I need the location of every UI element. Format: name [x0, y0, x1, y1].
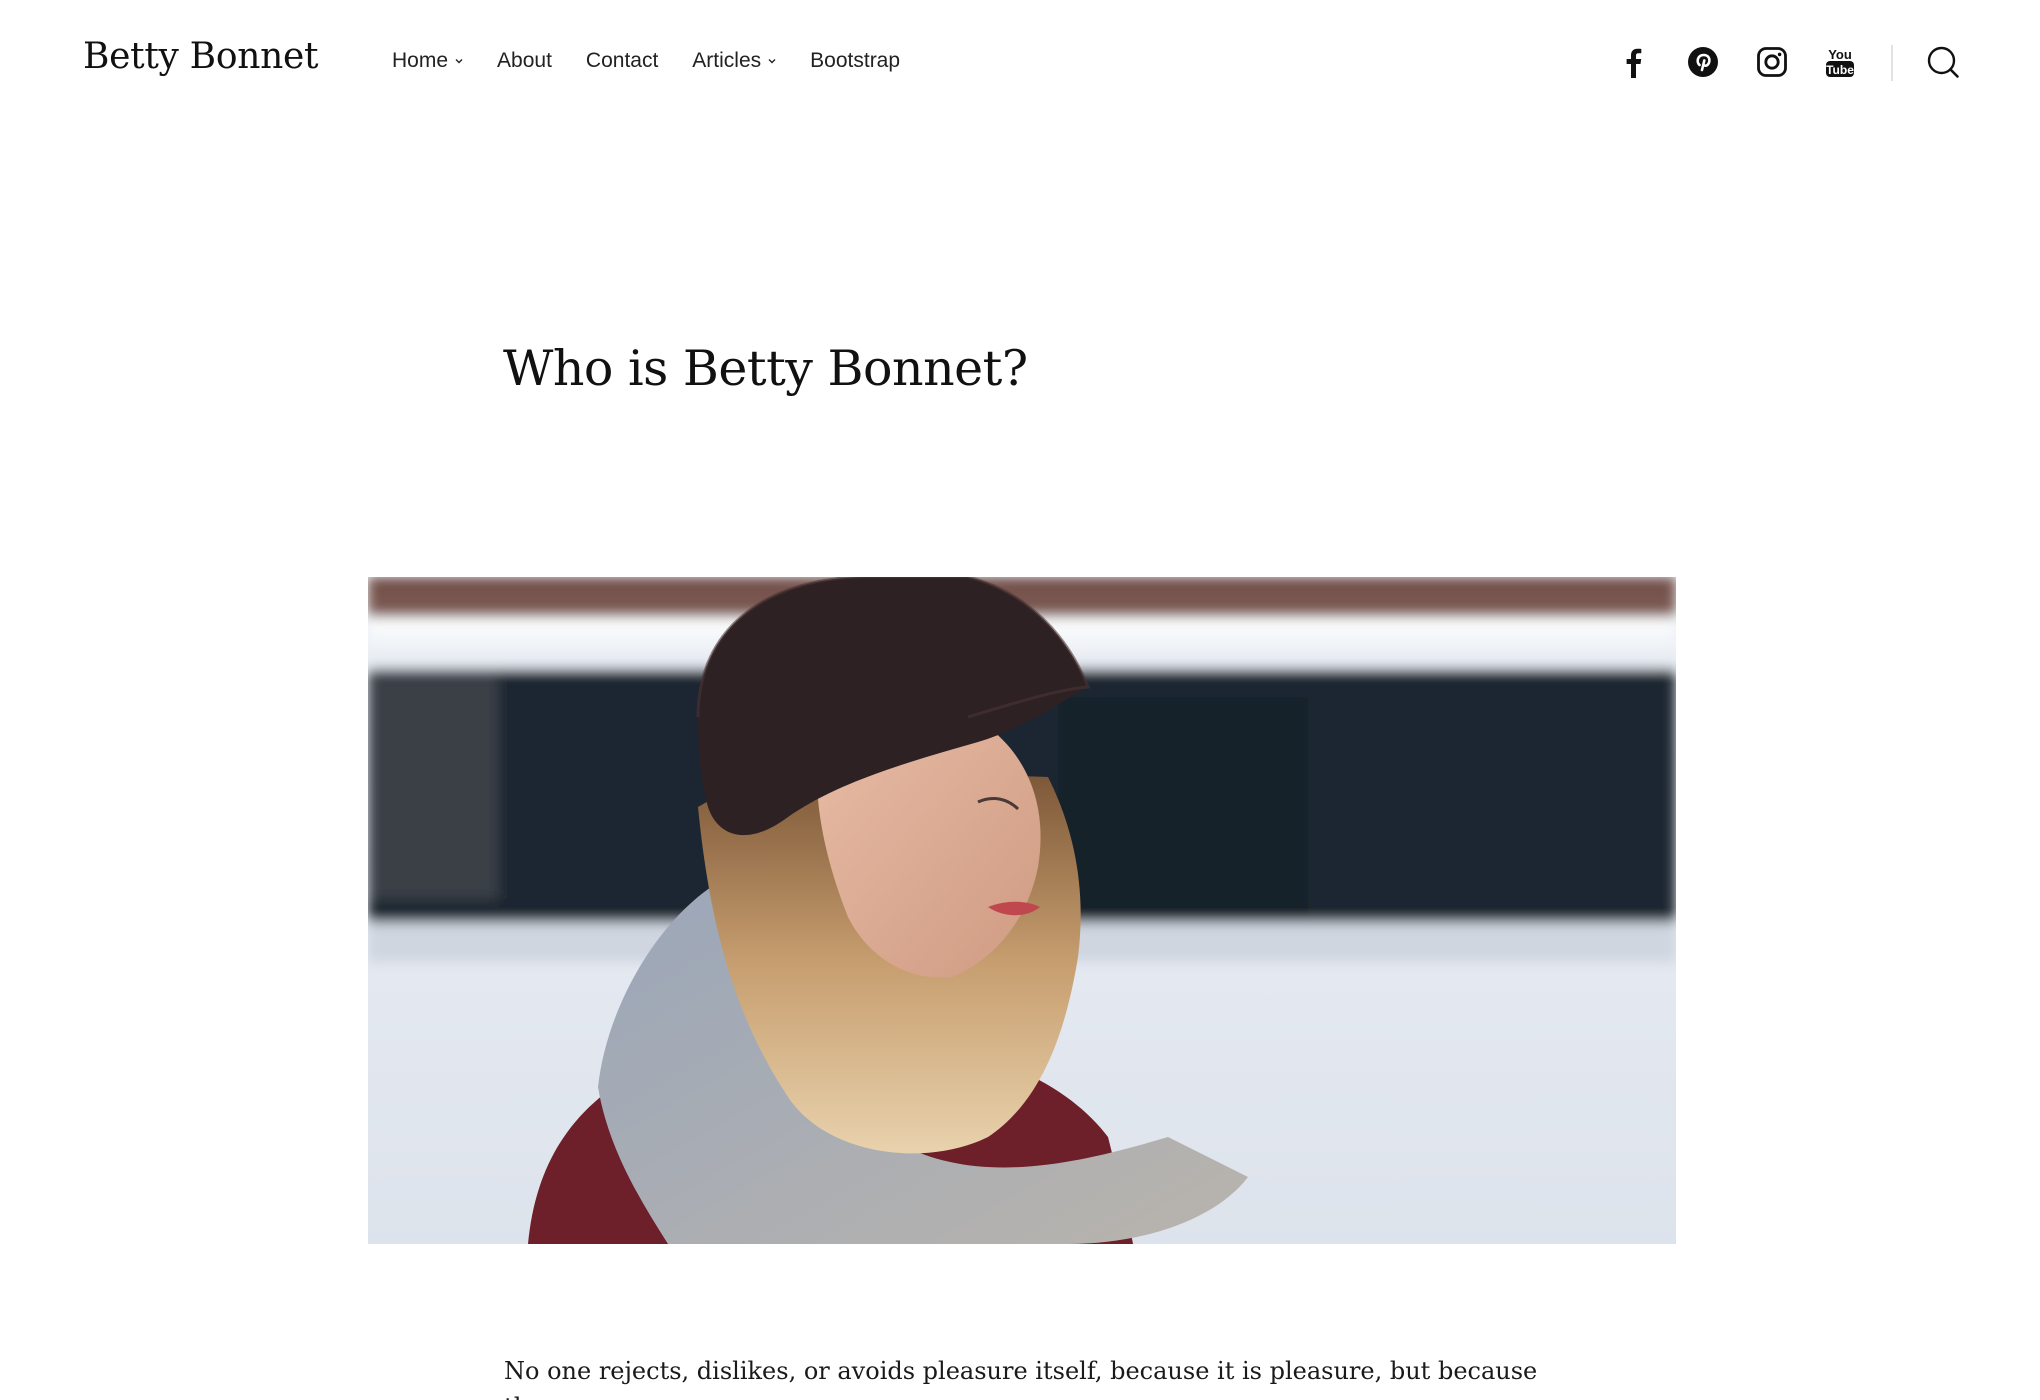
nav-item-contact[interactable]: Contact [586, 49, 658, 73]
nav-item-label: About [497, 49, 552, 72]
youtube-label-bottom: Tube [1826, 63, 1854, 77]
nav-item-label: Articles [692, 49, 762, 72]
post-title: Who is Betty Bonnet? [503, 340, 1028, 397]
nav-item-about[interactable]: About [497, 49, 552, 73]
nav-item-articles[interactable]: Articles [692, 49, 776, 73]
nav-item-label: Home [392, 49, 449, 72]
site-header: Betty Bonnet Home About Contact Articles… [0, 0, 2040, 128]
instagram-icon[interactable] [1754, 44, 1790, 80]
nav-item-home[interactable]: Home [392, 49, 463, 73]
search-icon[interactable] [1925, 44, 1961, 80]
featured-photo [368, 577, 1676, 1244]
pinterest-icon[interactable] [1685, 44, 1721, 80]
header-divider [1891, 45, 1893, 81]
featured-image [368, 577, 1676, 1244]
youtube-label-top: You [1828, 47, 1852, 62]
chevron-down-icon [768, 57, 776, 65]
nav-item-label: Bootstrap [810, 49, 901, 72]
facebook-icon[interactable] [1616, 44, 1652, 80]
nav-item-bootstrap[interactable]: Bootstrap [810, 49, 900, 73]
chevron-down-icon [455, 57, 463, 65]
site-title[interactable]: Betty Bonnet [83, 36, 318, 77]
main-nav: Home About Contact Articles Bootstrap [392, 49, 934, 73]
nav-item-label: Contact [585, 49, 659, 72]
youtube-icon[interactable]: You Tube [1822, 44, 1858, 80]
post-body: No one rejects, dislikes, or avoids plea… [504, 1357, 1538, 1400]
